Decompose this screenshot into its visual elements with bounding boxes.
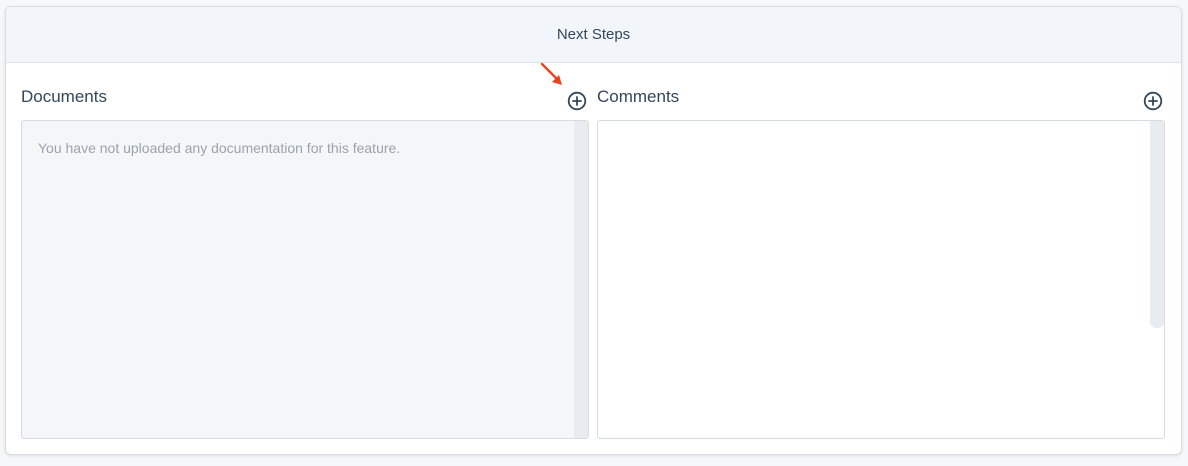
comments-scrollbar[interactable] <box>1150 121 1164 438</box>
card-header: Next Steps <box>6 7 1181 63</box>
documents-empty-message: You have not uploaded any documentation … <box>38 140 401 156</box>
documents-panel: You have not uploaded any documentation … <box>21 120 589 439</box>
plus-circle-icon <box>1143 91 1163 111</box>
card-title: Next Steps <box>556 26 631 43</box>
add-document-button[interactable] <box>567 91 587 111</box>
documents-scrollbar-thumb[interactable] <box>574 121 588 438</box>
add-comment-button[interactable] <box>1143 91 1163 111</box>
comments-title: Comments <box>597 87 680 106</box>
annotation-arrow-icon <box>540 62 562 85</box>
plus-circle-icon <box>567 91 587 111</box>
comments-panel <box>597 120 1165 439</box>
next-steps-card: Next Steps Documents Comments You have n… <box>5 6 1182 455</box>
documents-title: Documents <box>21 87 107 106</box>
comments-scrollbar-thumb[interactable] <box>1150 121 1164 328</box>
documents-scrollbar[interactable] <box>574 121 588 438</box>
